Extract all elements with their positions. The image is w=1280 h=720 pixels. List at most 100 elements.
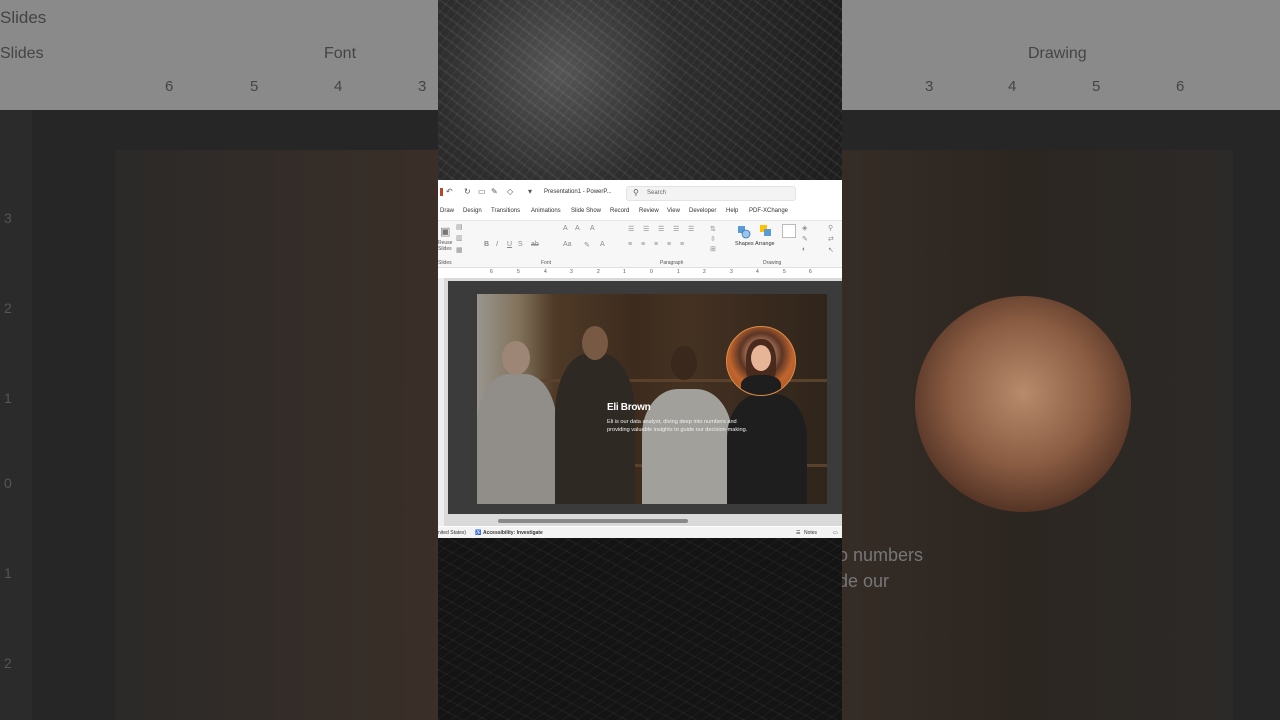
shape-effects-icon[interactable]: ◐: [802, 246, 806, 253]
accessibility-status[interactable]: Accessibility: Investigate: [483, 530, 543, 536]
shapes-icon[interactable]: [737, 225, 751, 239]
notes-button[interactable]: Notes: [804, 530, 817, 536]
tab-draw[interactable]: Draw: [440, 208, 454, 214]
vruler-num: 1: [4, 565, 12, 581]
indent-icon[interactable]: ☰: [658, 225, 664, 233]
ribbon-tabs: Draw Design Transitions Animations Slide…: [438, 206, 842, 218]
customize-icon[interactable]: ◇: [507, 187, 513, 196]
font-size-decrease-icon[interactable]: A: [575, 225, 580, 232]
ribbon-group-slides: Slides: [438, 260, 452, 266]
vertical-ruler: [438, 278, 444, 526]
vruler-num: 2: [4, 300, 12, 316]
undo-icon[interactable]: ↶: [446, 187, 453, 196]
slide-editor[interactable]: Eli Brown Eli is our data analyst, divin…: [438, 278, 842, 526]
align-center-icon[interactable]: ≡: [641, 241, 645, 248]
background-portrait-circle: [915, 296, 1131, 512]
clear-formatting-icon[interactable]: A: [590, 225, 595, 232]
align-text-icon[interactable]: ⇳: [710, 235, 716, 243]
photo-dim-overlay: [477, 294, 827, 504]
reuse-slides-icon[interactable]: ▣: [440, 225, 450, 238]
quick-styles-icon[interactable]: [782, 224, 796, 238]
team-photo[interactable]: [477, 294, 827, 504]
find-icon[interactable]: ⚲: [828, 224, 833, 232]
background-ruler-num: 6: [165, 78, 174, 95]
ribbon-group-paragraph: Paragraph: [660, 260, 684, 266]
align-right-icon[interactable]: ≡: [654, 241, 658, 248]
tab-transitions[interactable]: Transitions: [491, 208, 520, 214]
columns-icon[interactable]: ≡: [680, 241, 684, 248]
ruler-number: 4: [756, 269, 759, 275]
shapes-label[interactable]: Shapes: [735, 241, 754, 247]
horizontal-ruler: 6 5 4 3 2 1 0 1 2 3 4 5 6: [438, 268, 842, 278]
smartart-icon[interactable]: ⊞: [710, 245, 716, 253]
background-overlay-text: de our: [838, 571, 890, 591]
highlight-icon[interactable]: ✎: [584, 241, 590, 249]
tab-pdf-xchange[interactable]: PDF-XChange: [749, 208, 788, 214]
outdent-icon[interactable]: ☰: [673, 225, 679, 233]
change-case-icon[interactable]: Aa: [563, 241, 572, 248]
background-slides-label: Slides: [0, 8, 47, 27]
reuse-slides-label[interactable]: Reuse Slides: [438, 240, 452, 252]
marble-texture-bottom: [438, 538, 842, 720]
background-vertical-ruler: 3 2 1 0 1 2: [0, 110, 32, 720]
text-direction-icon[interactable]: ⇅: [710, 225, 716, 233]
search-placeholder: Search: [647, 190, 667, 196]
qat-dropdown-icon[interactable]: ▾: [528, 187, 532, 196]
arrange-label[interactable]: Arrange: [755, 241, 775, 247]
numbering-icon[interactable]: ☰: [643, 225, 649, 233]
tab-review[interactable]: Review: [639, 208, 659, 214]
underline-icon[interactable]: U: [507, 241, 512, 248]
shape-fill-icon[interactable]: ◈: [802, 224, 807, 232]
tab-view[interactable]: View: [667, 208, 680, 214]
portrait-circle[interactable]: [726, 326, 796, 396]
shape-outline-icon[interactable]: ✎: [802, 235, 808, 243]
italic-icon[interactable]: I: [496, 241, 498, 248]
align-left-icon[interactable]: ≡: [628, 241, 632, 248]
ruler-number: 3: [730, 269, 733, 275]
shadow-icon[interactable]: S: [518, 241, 523, 248]
slide-name-heading[interactable]: Eli Brown: [607, 402, 651, 413]
slide-description[interactable]: Eli is our data analyst, diving deep int…: [607, 418, 749, 435]
line-spacing-icon[interactable]: ☰: [688, 225, 694, 233]
accessibility-icon[interactable]: ♿: [475, 530, 481, 536]
ruler-number: 5: [783, 269, 786, 275]
language-status[interactable]: nited States): [438, 530, 466, 536]
search-input[interactable]: ⚲ Search: [626, 186, 796, 201]
font-color-icon[interactable]: A: [600, 241, 605, 248]
draw-icon[interactable]: ✎: [491, 187, 498, 196]
tab-design[interactable]: Design: [463, 208, 482, 214]
ribbon: ▣ Reuse Slides ▤ ▥ ▦ A A A B I U S ab Aa…: [438, 220, 842, 268]
ruler-number: 6: [490, 269, 493, 275]
select-icon[interactable]: ↖: [828, 246, 834, 254]
tab-developer[interactable]: Developer: [689, 208, 716, 214]
slide-canvas[interactable]: Eli Brown Eli is our data analyst, divin…: [448, 281, 842, 514]
bullets-icon[interactable]: ☰: [628, 225, 634, 233]
vruler-num: 0: [4, 475, 12, 491]
section-icon[interactable]: ▦: [456, 246, 463, 254]
marble-texture-top: [438, 0, 842, 180]
title-bar: ↶ ↻ ▭ ✎ ◇ ▾ Presentation1 - PowerP... ⚲ …: [438, 180, 842, 204]
tab-help[interactable]: Help: [726, 208, 738, 214]
portrait-body: [741, 375, 781, 395]
replace-icon[interactable]: ⇄: [828, 235, 834, 243]
horizontal-scrollbar[interactable]: [498, 519, 688, 523]
new-slide-icon[interactable]: ▤: [456, 223, 463, 231]
tab-animations[interactable]: Animations: [531, 208, 561, 214]
normal-view-icon[interactable]: ▭: [833, 530, 838, 536]
layout-icon[interactable]: ▥: [456, 234, 463, 242]
notes-icon[interactable]: ☰: [796, 530, 800, 536]
background-font-group: Font: [324, 45, 357, 62]
background-ruler-num: 6: [1176, 78, 1185, 95]
strikethrough-icon[interactable]: ab: [531, 241, 539, 248]
present-icon[interactable]: ▭: [478, 187, 486, 196]
bold-icon[interactable]: B: [484, 241, 489, 248]
font-size-increase-icon[interactable]: A: [563, 225, 568, 232]
tab-slide-show[interactable]: Slide Show: [571, 208, 601, 214]
arrange-icon[interactable]: [759, 224, 771, 236]
portrait-face: [751, 345, 771, 371]
tab-record[interactable]: Record: [610, 208, 629, 214]
redo-icon[interactable]: ↻: [464, 187, 471, 196]
vruler-num: 3: [4, 210, 12, 226]
justify-icon[interactable]: ≡: [667, 241, 671, 248]
powerpoint-window: ↶ ↻ ▭ ✎ ◇ ▾ Presentation1 - PowerP... ⚲ …: [438, 180, 842, 538]
